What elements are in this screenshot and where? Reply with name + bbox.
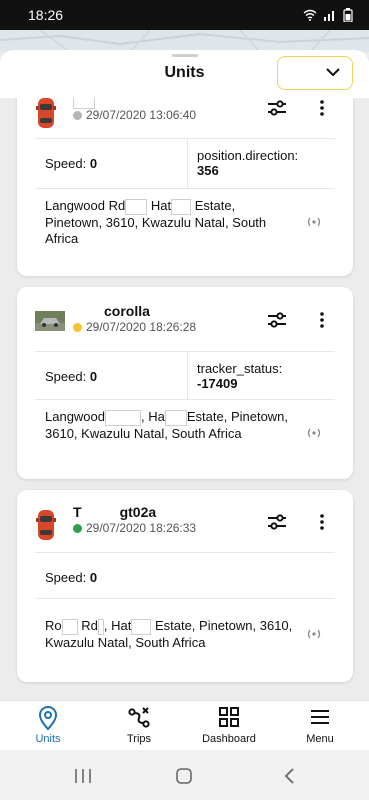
unit-name: corolla bbox=[104, 303, 150, 319]
speed-field: Speed: 0 bbox=[45, 570, 98, 585]
location-pin-icon bbox=[38, 705, 58, 731]
more-vert-icon[interactable] bbox=[319, 100, 325, 116]
status-bar: 18:26 bbox=[0, 0, 369, 30]
map-background[interactable] bbox=[0, 30, 369, 52]
status-dot bbox=[73, 110, 82, 120]
tune-icon[interactable] bbox=[267, 513, 287, 531]
divider bbox=[187, 351, 188, 399]
tune-icon[interactable] bbox=[267, 311, 287, 329]
status-dot bbox=[73, 523, 82, 533]
status-time: 18:26 bbox=[28, 7, 64, 23]
unit-card[interactable]: 29/07/2020 13:06:40 Speed: 0 position.di… bbox=[17, 98, 353, 276]
system-nav-bar bbox=[0, 750, 369, 800]
unit-address: Ro Rd, Hat Estate, Pinetown, 3610, Kwazu… bbox=[45, 618, 293, 650]
nav-dashboard[interactable]: Dashboard bbox=[189, 705, 269, 745]
recents-icon[interactable] bbox=[74, 768, 92, 784]
divider bbox=[187, 138, 188, 188]
nav-trips[interactable]: Trips bbox=[99, 705, 179, 745]
status-dot bbox=[73, 322, 82, 332]
drag-handle[interactable] bbox=[172, 54, 198, 57]
divider bbox=[35, 351, 335, 352]
car-photo bbox=[35, 311, 65, 331]
divider bbox=[35, 399, 335, 400]
tune-icon[interactable] bbox=[267, 99, 287, 117]
status-icons bbox=[303, 8, 353, 22]
tracker-status-field: tracker_status: -17409 bbox=[197, 361, 283, 391]
signal-icon bbox=[324, 11, 334, 21]
nav-menu[interactable]: Menu bbox=[280, 705, 360, 745]
direction-field: position.direction: 356 bbox=[197, 148, 299, 178]
grid-icon bbox=[219, 707, 239, 727]
speed-field: Speed: 0 bbox=[45, 369, 98, 384]
back-icon[interactable] bbox=[283, 767, 295, 785]
signal-broadcast-icon bbox=[307, 217, 321, 227]
units-list[interactable]: 29/07/2020 13:06:40 Speed: 0 position.di… bbox=[0, 98, 369, 700]
group-dropdown[interactable] bbox=[277, 56, 353, 90]
car-icon bbox=[36, 98, 56, 128]
unit-timestamp: 29/07/2020 18:26:28 bbox=[73, 320, 196, 334]
units-header: Units bbox=[0, 50, 369, 98]
route-icon bbox=[128, 707, 150, 728]
unit-card[interactable]: corolla 29/07/2020 18:26:28 Speed: 0 tra… bbox=[17, 287, 353, 479]
unit-card[interactable]: Tgt02a 29/07/2020 18:26:33 Speed: 0 Ro R… bbox=[17, 490, 353, 682]
more-vert-icon[interactable] bbox=[319, 514, 325, 530]
unit-timestamp: 29/07/2020 13:06:40 bbox=[73, 108, 196, 122]
nav-units[interactable]: Units bbox=[8, 705, 88, 745]
car-icon bbox=[36, 510, 56, 540]
divider bbox=[35, 552, 335, 553]
more-vert-icon[interactable] bbox=[319, 312, 325, 328]
signal-broadcast-icon bbox=[307, 629, 321, 639]
unit-timestamp: 29/07/2020 18:26:33 bbox=[73, 521, 196, 535]
signal-broadcast-icon bbox=[307, 428, 321, 438]
wifi-icon bbox=[303, 9, 317, 21]
divider bbox=[35, 188, 335, 189]
unit-address: Langwood Rd Hat Estate, Pinetown, 3610, … bbox=[45, 198, 267, 246]
unit-address: Langwood, Ha Estate, Pinetown, 3610, Kwaz… bbox=[45, 409, 289, 441]
speed-field: Speed: 0 bbox=[45, 156, 98, 171]
divider bbox=[35, 598, 335, 599]
divider bbox=[35, 138, 335, 139]
home-icon[interactable] bbox=[175, 767, 193, 785]
bottom-nav: Units Trips Dashboard Menu bbox=[0, 700, 369, 750]
unit-name: Tgt02a bbox=[73, 504, 157, 520]
hamburger-icon bbox=[311, 710, 329, 724]
battery-icon bbox=[343, 8, 353, 22]
chevron-down-icon bbox=[326, 68, 340, 77]
